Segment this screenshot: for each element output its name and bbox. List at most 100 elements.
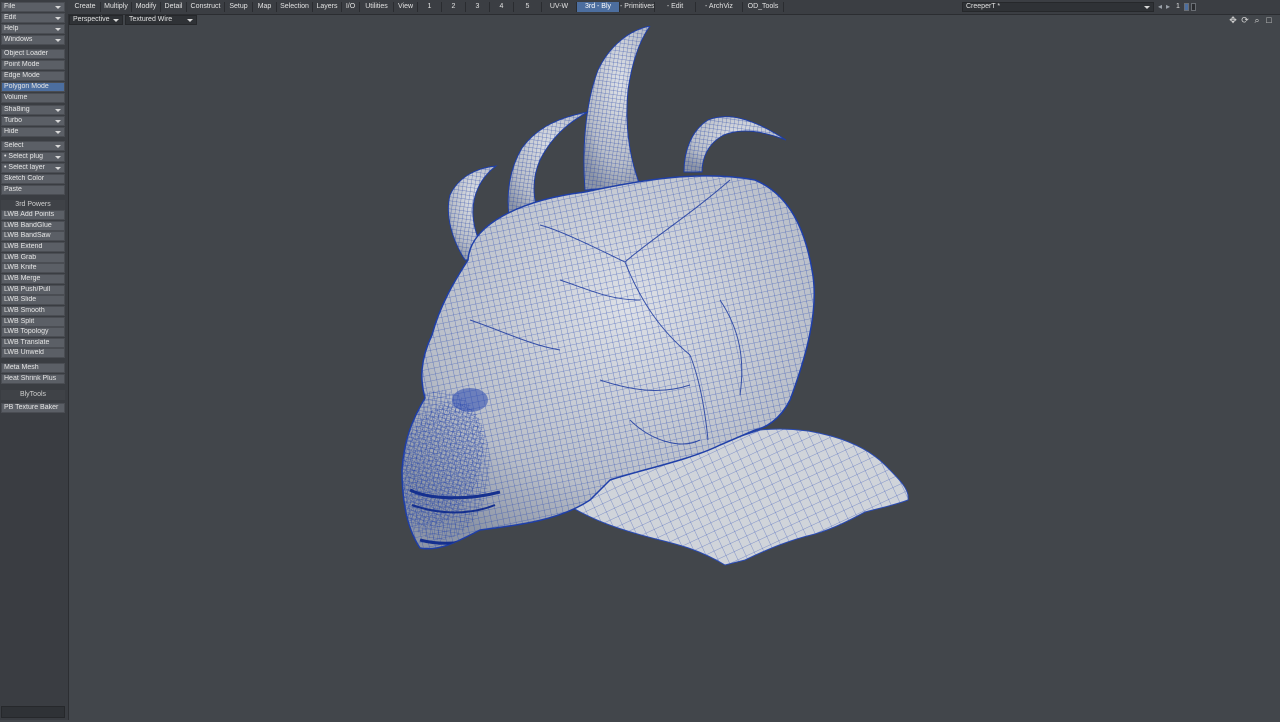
- tab-layers[interactable]: Layers: [313, 2, 341, 12]
- chevron-down-icon: [55, 28, 61, 31]
- next-layer-icon[interactable]: ▸: [1166, 2, 1170, 12]
- rotate-icon[interactable]: ⟳: [1240, 15, 1250, 25]
- tab-create[interactable]: Create: [70, 2, 100, 12]
- lwb-lwb-split-button[interactable]: LWB Split: [1, 316, 65, 327]
- button-label: Turbo: [4, 117, 23, 124]
- prev-layer-icon[interactable]: ◂: [1158, 2, 1162, 12]
- creature-head-mesh: [401, 25, 909, 566]
- toggle-hide-button[interactable]: Hide: [1, 127, 65, 137]
- button-label: LWB BandSaw: [4, 232, 51, 240]
- tab-4[interactable]: 4: [490, 2, 513, 12]
- chevron-down-icon: [55, 17, 61, 20]
- lwb-lwb-bandglue-button[interactable]: LWB BandGlue: [1, 220, 65, 231]
- menu-help-button[interactable]: Help: [1, 24, 65, 34]
- button-label: LWB Extend: [4, 242, 43, 250]
- button-label: LWB Smooth: [4, 306, 45, 314]
- menu-edit-button[interactable]: Edit: [1, 13, 65, 23]
- tab-construct[interactable]: Construct: [187, 2, 224, 12]
- section-header-blytools: BlyTools: [1, 390, 65, 400]
- menu-windows-button[interactable]: Windows: [1, 35, 65, 45]
- view-type-label: Perspective: [73, 16, 110, 23]
- tab-edit[interactable]: - Edit: [655, 2, 695, 12]
- chevron-down-icon: [187, 19, 193, 22]
- lwb-lwb-grab-button[interactable]: LWB Grab: [1, 252, 65, 263]
- select-paste-button[interactable]: Paste: [1, 185, 65, 195]
- tab-5[interactable]: 5: [514, 2, 541, 12]
- lwb-lwb-knife-button[interactable]: LWB Knife: [1, 263, 65, 274]
- layer-selector-dropdown[interactable]: CreeperT *: [962, 2, 1154, 12]
- select-select-layer-button[interactable]: • Select layer: [1, 163, 65, 173]
- chevron-down-icon: [55, 120, 61, 123]
- top-tab-bar: Create Multiply Modify Detail Construct Setup…: [68, 0, 1280, 15]
- menu-file-button[interactable]: File: [1, 2, 65, 12]
- background-layer-toggle[interactable]: [1191, 3, 1196, 11]
- bly-pb-texture-baker-button[interactable]: PB Texture Baker: [1, 403, 65, 413]
- tab-setup[interactable]: Setup: [225, 2, 252, 12]
- select-select-button[interactable]: Select: [1, 141, 65, 151]
- button-label: Volume: [4, 94, 28, 101]
- tab-i-o[interactable]: I/O: [342, 2, 359, 12]
- chevron-down-icon: [55, 167, 61, 170]
- chevron-down-icon: [55, 156, 61, 159]
- tab-archviz[interactable]: - ArchViz: [696, 2, 742, 12]
- tab-primitives[interactable]: - Primitives: [620, 2, 655, 12]
- mode-object-loader-button[interactable]: Object Loader: [1, 49, 65, 59]
- tab-2[interactable]: 2: [442, 2, 465, 12]
- tab-multiply[interactable]: Multiply: [101, 2, 131, 12]
- tab-utilities[interactable]: Utilities: [360, 2, 393, 12]
- render-mode-dropdown[interactable]: Textured Wire: [125, 15, 197, 25]
- tab-view[interactable]: View: [394, 2, 417, 12]
- lwb-lwb-add-points-button[interactable]: LWB Add Points: [1, 210, 65, 220]
- lwb-lwb-translate-button[interactable]: LWB Translate: [1, 337, 65, 348]
- lwb-lwb-push-pull-button[interactable]: LWB Push/Pull: [1, 284, 65, 295]
- lwb-lwb-topology-button[interactable]: LWB Topology: [1, 327, 65, 338]
- button-label: LWB Translate: [4, 338, 50, 346]
- maximize-icon[interactable]: □: [1264, 15, 1274, 25]
- tab-3[interactable]: 3: [466, 2, 489, 12]
- tab-modify[interactable]: Modify: [132, 2, 160, 12]
- lwb-lwb-bandsaw-button[interactable]: LWB BandSaw: [1, 231, 65, 242]
- button-label: LWB Topology: [4, 328, 49, 336]
- button-label: LWB Slide: [4, 296, 37, 304]
- button-label: LWB BandGlue: [4, 221, 52, 229]
- toggle-sha8ing-button[interactable]: Sha8ing: [1, 105, 65, 115]
- tab-detail[interactable]: Detail: [161, 2, 186, 12]
- chevron-down-icon: [55, 109, 61, 112]
- tab-3rd-bly[interactable]: 3rd - Bly: [577, 2, 619, 12]
- view-type-dropdown[interactable]: Perspective: [69, 15, 123, 25]
- layer-number: 1: [1176, 3, 1180, 10]
- lwb-lwb-merge-button[interactable]: LWB Merge: [1, 273, 65, 284]
- zoom-icon[interactable]: ⌕: [1252, 15, 1262, 25]
- lwb-lwb-smooth-button[interactable]: LWB Smooth: [1, 305, 65, 316]
- button-label: Meta Mesh: [4, 364, 39, 371]
- button-label: Sha8ing: [4, 106, 30, 113]
- button-label: Paste: [4, 186, 22, 193]
- tool-heat-shrink-plus-button[interactable]: Heat Shrink Plus: [1, 374, 65, 384]
- mode-point-mode-button[interactable]: Point Mode: [1, 60, 65, 70]
- move-icon[interactable]: ✥: [1228, 15, 1238, 25]
- perspective-viewport[interactable]: [69, 25, 1280, 720]
- lwb-lwb-unweld-button[interactable]: LWB Unweld: [1, 348, 65, 359]
- mode-edge-mode-button[interactable]: Edge Mode: [1, 71, 65, 81]
- tool-meta-mesh-button[interactable]: Meta Mesh: [1, 363, 65, 373]
- lwb-lwb-extend-button[interactable]: LWB Extend: [1, 241, 65, 252]
- render-mode-label: Textured Wire: [129, 16, 173, 23]
- button-label: LWB Split: [4, 317, 35, 325]
- tab-selection[interactable]: Selection: [277, 2, 312, 12]
- tab-1[interactable]: 1: [418, 2, 441, 12]
- tab-od-tools[interactable]: OD_Tools: [743, 2, 783, 12]
- mode-volume-button[interactable]: Volume: [1, 93, 65, 103]
- foreground-layer-toggle[interactable]: [1184, 3, 1189, 11]
- status-field[interactable]: [1, 706, 65, 718]
- button-label: Sketch Color: [4, 175, 45, 182]
- select-sketch-color-button[interactable]: Sketch Color: [1, 174, 65, 184]
- section-header-3rd-powers: 3rd Powers: [1, 200, 65, 210]
- tab-map[interactable]: Map: [253, 2, 276, 12]
- select-select-plug-button[interactable]: • Select plug: [1, 152, 65, 162]
- button-label: LWB Add Points: [4, 211, 55, 218]
- mode-polygon-mode-button[interactable]: Polygon Mode: [1, 82, 65, 92]
- button-label: LWB Merge: [4, 274, 41, 282]
- toggle-turbo-button[interactable]: Turbo: [1, 116, 65, 126]
- tab-uv-w[interactable]: UV-W: [542, 2, 576, 12]
- lwb-lwb-slide-button[interactable]: LWB Slide: [1, 295, 65, 306]
